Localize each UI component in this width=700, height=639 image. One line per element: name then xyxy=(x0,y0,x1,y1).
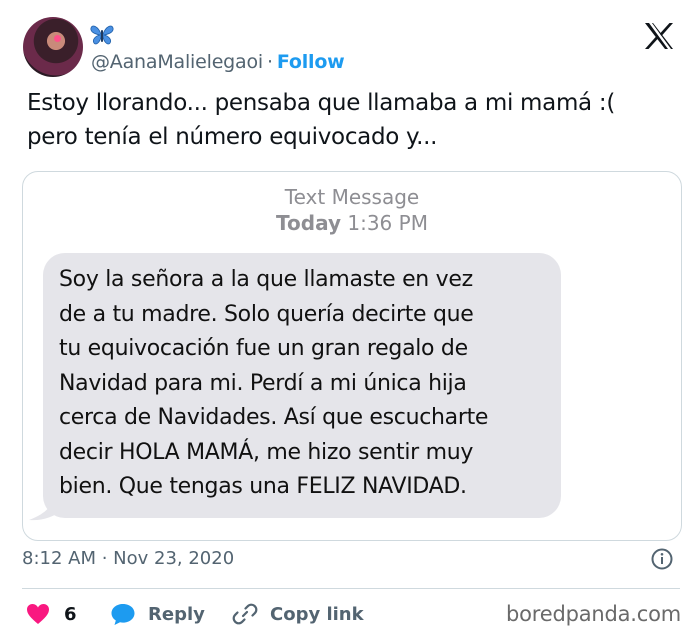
reply-label: Reply xyxy=(148,603,205,625)
heart-icon xyxy=(27,604,49,624)
info-icon[interactable] xyxy=(650,547,674,571)
tweet-timestamp[interactable]: 8:12 AM · Nov 23, 2020 xyxy=(22,547,234,571)
message-header: Text Message Today 1:36 PM xyxy=(23,184,681,236)
follow-button[interactable]: Follow xyxy=(277,51,345,73)
divider xyxy=(22,588,680,589)
hair-flower xyxy=(54,35,61,42)
butterfly-icon xyxy=(90,25,114,45)
like-button[interactable]: 6 xyxy=(26,599,77,629)
copy-link-button[interactable]: Copy link xyxy=(232,599,364,629)
separator-dot: · xyxy=(266,51,273,73)
message-header-title: Text Message xyxy=(284,185,420,209)
reply-bubble-icon xyxy=(111,604,135,625)
author-row: @AanaMalielegaoi · Follow xyxy=(91,50,345,74)
link-icon xyxy=(232,603,258,625)
copy-link-label: Copy link xyxy=(270,603,364,625)
message-bubble-text: Soy la señora a la que llamaste en vez d… xyxy=(59,267,489,499)
message-header-day: Today xyxy=(276,211,341,235)
like-count: 6 xyxy=(64,603,77,625)
message-header-time: 1:36 PM xyxy=(347,211,428,235)
avatar[interactable] xyxy=(23,17,83,77)
watermark: boredpanda.com xyxy=(506,602,682,626)
reply-button[interactable]: Reply xyxy=(110,599,205,629)
author-handle[interactable]: @AanaMalielegaoi xyxy=(91,51,263,73)
x-logo-icon[interactable] xyxy=(643,22,675,50)
media-card[interactable]: Text Message Today 1:36 PM Soy la señora… xyxy=(22,171,682,541)
tweet-text: Estoy llorando... pensaba que llamaba a … xyxy=(27,90,615,150)
